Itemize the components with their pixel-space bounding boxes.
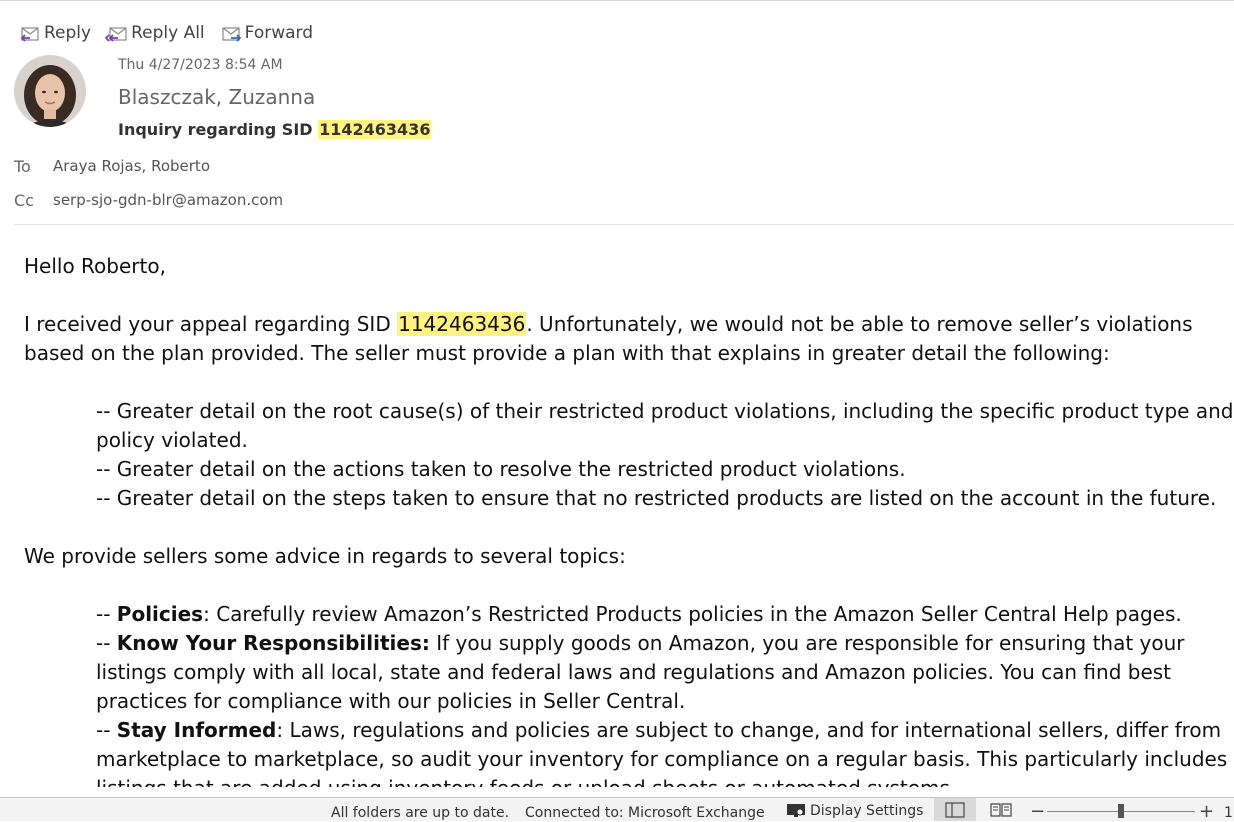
forward-label: Forward [244,23,314,43]
message-subject: Inquiry regarding SID 1142463436 [118,120,432,139]
display-settings-icon [787,804,805,817]
item-heading: Stay Informed [116,718,277,742]
reply-all-button[interactable]: Reply All [105,21,205,45]
reading-view-icon [990,802,1012,817]
normal-view-icon [945,801,965,818]
zoom-in-button[interactable]: + [1199,801,1214,822]
list-item: -- Know Your Responsibilities: If you su… [96,629,1234,716]
reply-all-label: Reply All [131,23,205,43]
subject-sid-highlight: 1142463436 [318,120,432,139]
list-item: -- Stay Informed: Laws, regulations and … [96,716,1234,787]
reply-envelope-icon [20,27,39,42]
zoom-slider-thumb[interactable] [1118,804,1124,818]
zoom-level[interactable]: 1 [1224,805,1233,821]
to-recipient[interactable]: Araya Rojas, Roberto [53,157,210,175]
body-sid-highlight: 1142463436 [397,312,527,336]
greeting: Hello Roberto, [24,254,166,278]
message-date: Thu 4/27/2023 8:54 AM [118,57,283,73]
forward-button[interactable]: Forward [219,21,313,45]
list-item: -- Greater detail on the root cause(s) o… [96,399,1234,452]
item-prefix: -- [96,718,117,742]
list-item: -- Greater detail on the steps taken to … [96,486,1217,510]
status-bar: All folders are up to date. Connected to… [0,797,1234,822]
message-actions: Reply Reply All Forward [18,18,313,48]
subject-prefix: Inquiry regarding SID [118,120,319,139]
item-heading: Know Your Responsibilities: [116,631,430,655]
cc-label: Cc [14,191,34,210]
message-body: Hello Roberto, I received your appeal re… [24,252,1234,787]
reading-view-button[interactable] [980,798,1022,821]
reply-button[interactable]: Reply [18,21,91,45]
header-divider [14,224,1234,225]
list-item: -- Policies: Carefully review Amazon’s R… [96,600,1234,629]
display-settings-button[interactable]: Display Settings [786,803,923,819]
reply-all-envelope-icon [105,27,127,42]
item-heading: Policies [116,602,204,626]
display-settings-label: Display Settings [810,803,924,819]
body-paragraph-2: We provide sellers some advice in regard… [24,544,626,568]
requirements-list: -- Greater detail on the root cause(s) o… [24,397,1234,513]
advice-list: -- Policies: Carefully review Amazon’s R… [24,600,1234,787]
item-text: : Carefully review Amazon’s Restricted P… [203,602,1182,626]
normal-view-button[interactable] [934,798,976,821]
sender-avatar[interactable] [14,55,86,127]
body-paragraph-1: I received your appeal regarding SID 114… [24,310,1234,368]
sender-name[interactable]: Blaszczak, Zuzanna [118,85,315,109]
top-border [0,0,1234,4]
avatar-photo [14,55,86,127]
connection-status: Connected to: Microsoft Exchange [525,805,765,821]
reply-label: Reply [44,23,92,43]
item-prefix: -- [96,602,117,626]
forward-envelope-icon [222,27,241,42]
p1-before: I received your appeal regarding SID [24,312,398,336]
list-item: -- Greater detail on the actions taken t… [96,457,906,481]
cc-recipient[interactable]: serp-sjo-gdn-blr@amazon.com [53,191,283,209]
item-prefix: -- [96,631,117,655]
to-label: To [14,157,31,176]
zoom-out-button[interactable]: − [1030,801,1045,822]
folder-status: All folders are up to date. [331,805,510,821]
